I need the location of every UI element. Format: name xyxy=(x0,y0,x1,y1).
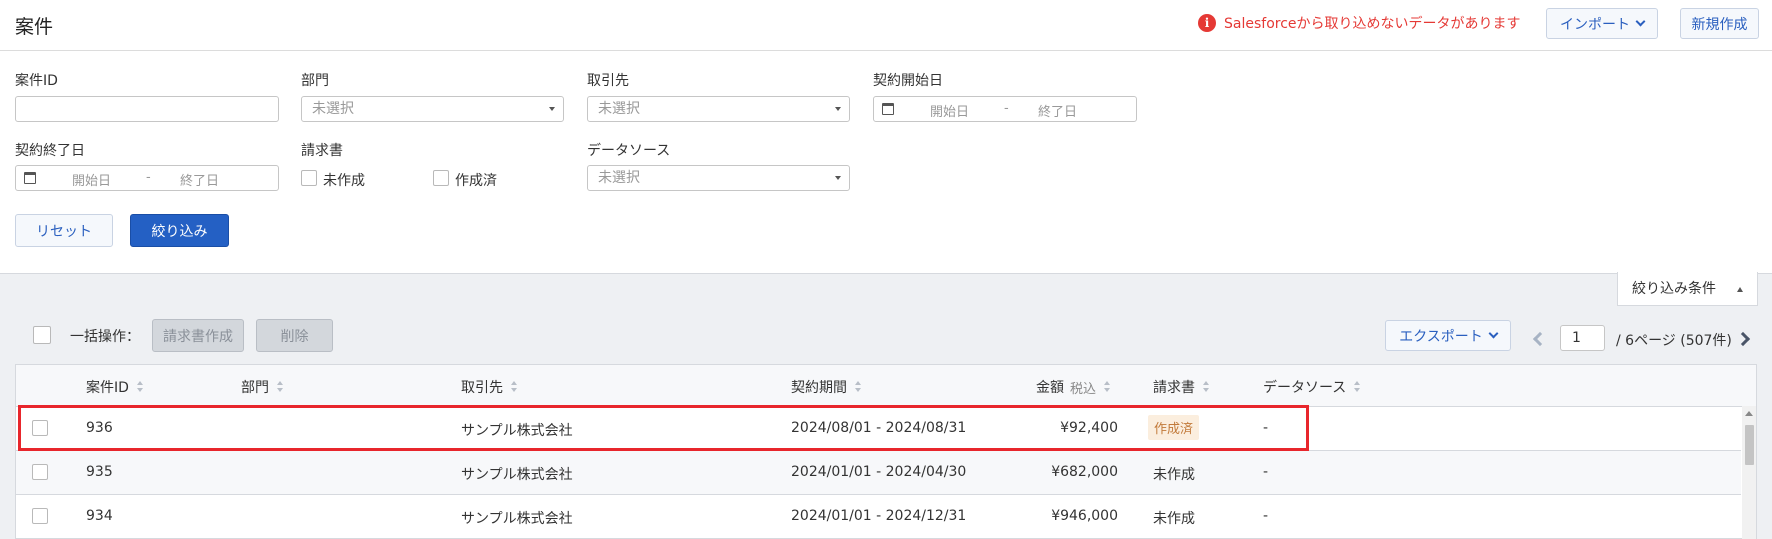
case-id-input[interactable] xyxy=(15,96,279,122)
invoice-created-label: 作成済 xyxy=(455,173,497,189)
table-header: 案件ID 部門 取引先 契約期間 金額 税込 請求書 データソース xyxy=(16,365,1756,407)
cell-amount: ¥946,000 xyxy=(1051,508,1118,524)
calendar-icon xyxy=(882,103,894,115)
sort-icon xyxy=(1104,381,1111,393)
col-header-label: 契約期間 xyxy=(791,380,847,396)
caret-down-icon xyxy=(835,176,841,180)
page-info: / 6ページ (507件) xyxy=(1616,333,1732,349)
end-from-placeholder: 開始日 xyxy=(72,174,112,189)
invoice-filter-label: 請求書 xyxy=(301,143,343,159)
sort-icon xyxy=(1203,381,1209,393)
cell-client: サンプル株式会社 xyxy=(461,467,573,483)
client-select[interactable]: 未選択 xyxy=(587,96,850,122)
invoice-not-created-label: 未作成 xyxy=(323,173,365,189)
start-to-placeholder: 終了日 xyxy=(1038,105,1078,120)
col-header-label: 案件ID xyxy=(86,380,129,396)
new-case-label: 新規作成 xyxy=(1691,16,1748,33)
col-header-label: 請求書 xyxy=(1153,380,1195,396)
import-label: インポート xyxy=(1560,16,1630,33)
page-number-input[interactable]: 1 xyxy=(1560,325,1605,351)
contract-end-range[interactable]: 開始日 - 終了日 xyxy=(15,165,279,191)
row-checkbox[interactable] xyxy=(32,508,48,524)
sort-icon xyxy=(1354,381,1361,393)
date-separator: - xyxy=(1004,101,1009,116)
col-header-label: 部門 xyxy=(241,380,269,396)
reset-button[interactable]: リセット xyxy=(15,214,113,247)
row-checkbox[interactable] xyxy=(32,464,48,480)
invoice-created-checkbox[interactable] xyxy=(433,170,449,186)
col-header-label: 金額 xyxy=(1036,380,1064,396)
salesforce-warning[interactable]: i Salesforceから取り込めないデータがあります xyxy=(1198,13,1521,33)
date-separator: - xyxy=(146,170,151,185)
col-header-dept[interactable]: 部門 xyxy=(241,377,283,397)
new-case-button[interactable]: 新規作成 xyxy=(1680,8,1759,39)
cell-case-id: 934 xyxy=(86,508,113,524)
col-header-datasource[interactable]: データソース xyxy=(1263,377,1361,397)
invoice-not-created-checkbox[interactable] xyxy=(301,170,317,186)
table-row[interactable]: 934 サンプル株式会社 2024/01/01 - 2024/12/31 ¥94… xyxy=(16,495,1741,539)
case-id-label: 案件ID xyxy=(15,73,58,89)
calendar-icon xyxy=(24,172,36,184)
page-title: 案件 xyxy=(15,16,54,38)
sort-icon xyxy=(511,381,517,393)
table-row[interactable]: 935 サンプル株式会社 2024/01/01 - 2024/04/30 ¥68… xyxy=(16,451,1741,495)
col-header-period[interactable]: 契約期間 xyxy=(791,377,861,397)
filter-conditions-toggle[interactable]: 絞り込み条件 xyxy=(1617,272,1758,306)
cell-period: 2024/01/01 - 2024/04/30 xyxy=(791,464,967,480)
contract-end-label: 契約終了日 xyxy=(15,143,85,159)
cell-client: サンプル株式会社 xyxy=(461,511,573,527)
export-button[interactable]: エクスポート xyxy=(1385,320,1511,351)
scroll-up-icon[interactable] xyxy=(1745,411,1753,416)
datasource-select-value: 未選択 xyxy=(598,170,640,186)
sort-icon xyxy=(855,381,861,393)
page-header: 案件 i Salesforceから取り込めないデータがあります インポート 新規… xyxy=(0,0,1772,51)
client-select-value: 未選択 xyxy=(598,101,640,117)
caret-down-icon xyxy=(549,107,555,111)
contract-start-range[interactable]: 開始日 - 終了日 xyxy=(873,96,1137,122)
bulk-actions-label: 一括操作： xyxy=(70,329,140,345)
caret-down-icon xyxy=(835,107,841,111)
dept-select[interactable]: 未選択 xyxy=(301,96,564,122)
col-header-invoice[interactable]: 請求書 xyxy=(1153,377,1209,397)
datasource-label: データソース xyxy=(587,143,671,159)
warning-text: Salesforceから取り込めないデータがあります xyxy=(1224,16,1521,32)
cell-amount: ¥682,000 xyxy=(1051,464,1118,480)
col-header-amount[interactable]: 金額 税込 xyxy=(1036,377,1111,397)
dept-label: 部門 xyxy=(301,73,329,89)
cell-period: 2024/01/01 - 2024/12/31 xyxy=(791,508,967,524)
cell-invoice: 未作成 xyxy=(1153,511,1195,527)
select-all-checkbox[interactable] xyxy=(33,326,51,344)
start-from-placeholder: 開始日 xyxy=(930,105,970,120)
chevron-down-icon xyxy=(1488,328,1499,339)
end-to-placeholder: 終了日 xyxy=(180,174,220,189)
chevron-down-icon xyxy=(1635,16,1646,27)
filter-conditions-label: 絞り込み条件 xyxy=(1632,281,1716,297)
col-header-label: 取引先 xyxy=(461,380,503,396)
bulk-create-invoice-button[interactable]: 請求書作成 xyxy=(152,319,244,352)
dept-select-value: 未選択 xyxy=(312,101,354,117)
col-header-label: データソース xyxy=(1263,380,1347,396)
sort-icon xyxy=(136,381,143,393)
row-highlight-annotation xyxy=(18,405,1309,451)
caret-up-icon xyxy=(1737,287,1743,292)
col-header-client[interactable]: 取引先 xyxy=(461,377,517,397)
col-header-sublabel: 税込 xyxy=(1070,381,1097,397)
sort-icon xyxy=(277,381,283,393)
bulk-delete-button[interactable]: 削除 xyxy=(256,319,333,352)
cell-datasource: - xyxy=(1263,508,1269,524)
cell-case-id: 935 xyxy=(86,464,113,480)
cases-table: 案件ID 部門 取引先 契約期間 金額 税込 請求書 データソース 936 サンプ… xyxy=(15,364,1757,539)
alert-icon: i xyxy=(1198,14,1216,32)
cell-invoice: 未作成 xyxy=(1153,467,1195,483)
import-button[interactable]: インポート xyxy=(1546,8,1658,39)
export-label: エクスポート xyxy=(1399,328,1483,345)
col-header-case-id[interactable]: 案件ID xyxy=(86,377,143,397)
datasource-select[interactable]: 未選択 xyxy=(587,165,850,191)
cell-datasource: - xyxy=(1263,464,1269,480)
client-label: 取引先 xyxy=(587,73,629,89)
scrollbar-thumb[interactable] xyxy=(1745,425,1754,465)
apply-filter-button[interactable]: 絞り込み xyxy=(130,214,229,247)
contract-start-label: 契約開始日 xyxy=(873,73,943,89)
